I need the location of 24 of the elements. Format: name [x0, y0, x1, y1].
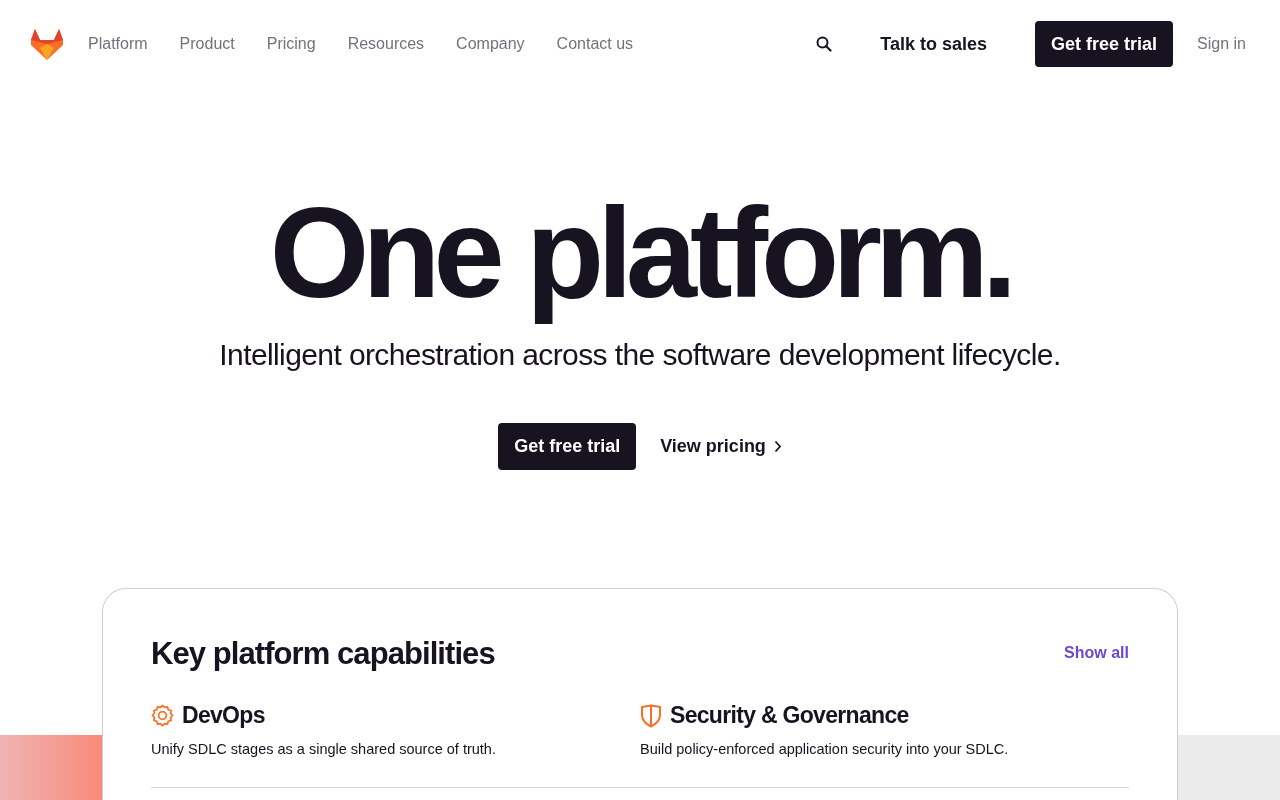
section-title: Key platform capabilities	[151, 634, 495, 672]
nav-link[interactable]: Contact us	[556, 32, 634, 56]
talk-to-sales-link[interactable]: Talk to sales	[880, 30, 988, 58]
capability-title[interactable]: Security & Governance	[670, 701, 909, 730]
shield-icon	[640, 703, 662, 728]
nav-link[interactable]: Product	[179, 32, 235, 56]
show-all-link[interactable]: Show all	[1064, 641, 1129, 666]
nav-link[interactable]: Resources	[347, 32, 425, 56]
nav-link[interactable]: Platform	[88, 32, 148, 56]
logo-icon[interactable]	[30, 27, 64, 61]
nav-link[interactable]: Company	[456, 32, 525, 56]
view-pricing-link[interactable]: View pricing	[660, 432, 782, 460]
sign-in-link[interactable]: Sign in	[1197, 32, 1246, 56]
gear-icon	[151, 704, 174, 728]
search-icon[interactable]	[816, 36, 833, 52]
chevron-icon	[773, 439, 782, 453]
capability-description: Build policy-enforced application security into your SDLC.	[640, 740, 1010, 760]
nav-link[interactable]: Pricing	[266, 32, 316, 56]
free-trial-button[interactable]: Get free trial	[1035, 21, 1174, 67]
free-trial-button[interactable]: Get free trial	[498, 422, 637, 470]
hero-title: One platform.	[268, 180, 1012, 326]
capability-description: Unify SDLC stages as a single shared source of truth.	[151, 740, 497, 760]
capability-title[interactable]: DevOps	[182, 701, 265, 730]
hero-subtitle: Intelligent orchestration across the software development lifecycle.	[218, 336, 1062, 373]
